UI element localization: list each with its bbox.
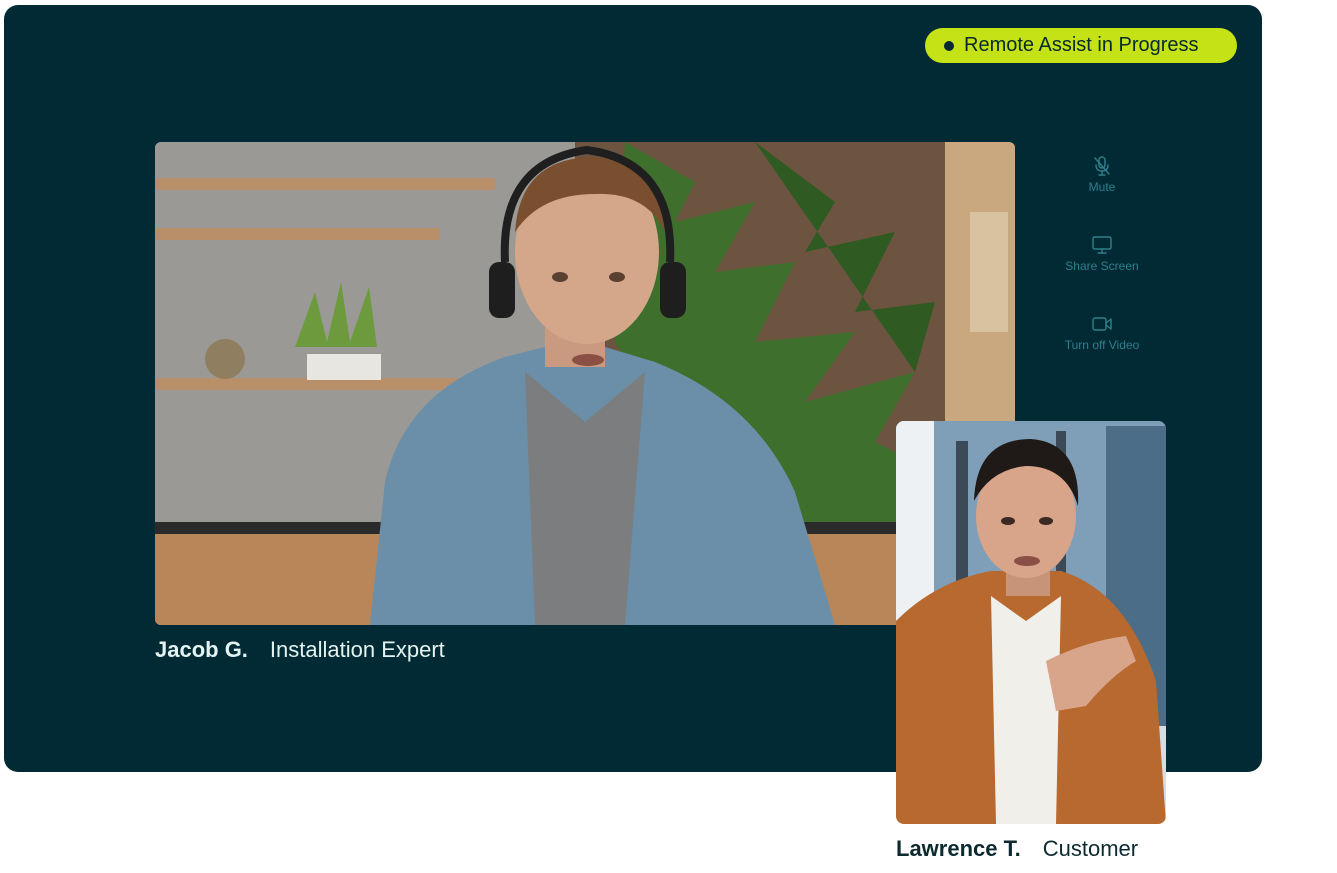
video-camera-icon	[1091, 313, 1113, 335]
main-participant-name: Jacob G.	[155, 637, 248, 662]
main-video-feed[interactable]	[155, 142, 1015, 625]
main-video-image	[155, 142, 1015, 625]
status-label: Remote Assist in Progress	[964, 34, 1199, 56]
mute-button[interactable]: Mute	[1052, 155, 1152, 234]
microphone-off-icon	[1091, 155, 1113, 177]
turn-off-video-label: Turn off Video	[1064, 338, 1140, 352]
main-participant-role: Installation Expert	[269, 637, 445, 662]
secondary-participant-name: Lawrence T.	[896, 836, 1021, 861]
share-screen-button[interactable]: Share Screen	[1052, 234, 1152, 313]
call-controls: Mute Share Screen Turn off Video	[1052, 155, 1152, 392]
secondary-participant-caption: Lawrence T. Customer	[896, 836, 1138, 862]
secondary-participant-role: Customer	[1042, 836, 1139, 861]
secondary-video-feed[interactable]	[896, 421, 1166, 824]
status-dot-icon	[944, 40, 954, 51]
mute-label: Mute	[1088, 180, 1116, 194]
turn-off-video-button[interactable]: Turn off Video	[1052, 313, 1152, 392]
monitor-icon	[1091, 234, 1113, 256]
secondary-video-image	[896, 421, 1166, 824]
main-participant-caption: Jacob G. Installation Expert	[155, 637, 445, 663]
status-badge: Remote Assist in Progress	[925, 28, 1237, 63]
share-screen-label: Share Screen	[1065, 259, 1139, 273]
